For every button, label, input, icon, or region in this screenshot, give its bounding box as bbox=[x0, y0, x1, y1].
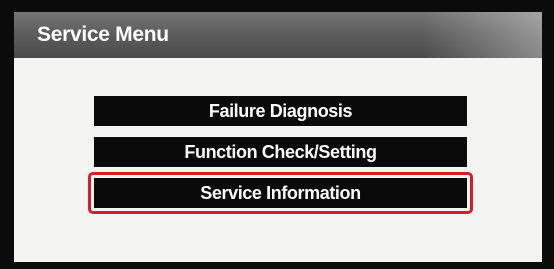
title-bar: Service Menu bbox=[14, 12, 542, 58]
service-menu-screen: Service Menu Failure Diagnosis Function … bbox=[14, 12, 542, 262]
display-bezel: Service Menu Failure Diagnosis Function … bbox=[0, 0, 554, 269]
service-information-button[interactable]: Service Information bbox=[94, 178, 467, 208]
failure-diagnosis-button[interactable]: Failure Diagnosis bbox=[94, 96, 467, 126]
screen-glare bbox=[422, 12, 542, 58]
function-check-setting-button[interactable]: Function Check/Setting bbox=[94, 137, 467, 167]
menu-area: Failure Diagnosis Function Check/Setting… bbox=[14, 58, 542, 262]
page-title: Service Menu bbox=[37, 23, 169, 46]
